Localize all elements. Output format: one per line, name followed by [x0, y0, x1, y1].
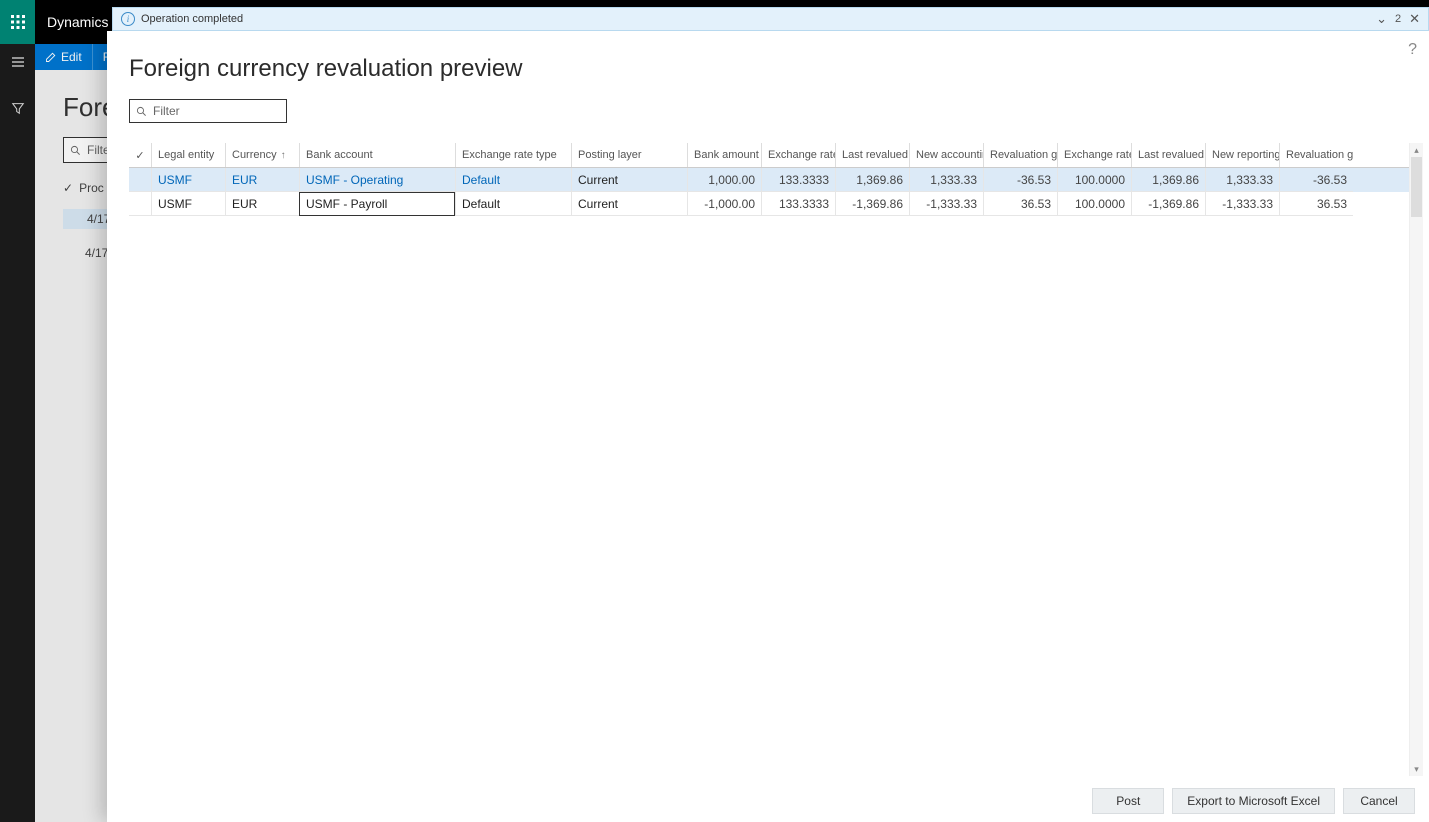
table-cell: -1,333.33: [909, 192, 983, 216]
table-cell: 36.53: [1279, 192, 1353, 216]
filter-placeholder: Filter: [153, 104, 180, 118]
column-header[interactable]: Revaluation gai...: [983, 143, 1057, 167]
table-cell: -1,000.00: [687, 192, 761, 216]
table-cell: [129, 192, 151, 216]
cancel-button[interactable]: Cancel: [1343, 788, 1415, 814]
filter-input[interactable]: Filter: [129, 99, 287, 123]
column-header[interactable]: Bank amount: [687, 143, 761, 167]
scroll-up-icon[interactable]: ▴: [1410, 143, 1423, 157]
table-row[interactable]: USMFEURUSMF - PayrollDefaultCurrent-1,00…: [129, 192, 1409, 216]
table-cell: 1,000.00: [687, 168, 761, 192]
scroll-thumb[interactable]: [1411, 157, 1422, 217]
column-header[interactable]: Bank account: [299, 143, 455, 167]
filter-icon[interactable]: [0, 90, 35, 126]
table-cell: 1,369.86: [1131, 168, 1205, 192]
help-icon[interactable]: ?: [1408, 41, 1417, 59]
table-cell: Default: [455, 192, 571, 216]
table-cell: -1,333.33: [1205, 192, 1279, 216]
column-header[interactable]: Last revalued ac...: [835, 143, 909, 167]
table-header: ✓Legal entityCurrency↑Bank accountExchan…: [129, 143, 1409, 168]
column-header[interactable]: Exchange rate type: [455, 143, 571, 167]
check-icon: ✓: [135, 149, 144, 162]
column-header[interactable]: Revaluation gai...: [1279, 143, 1353, 167]
column-header[interactable]: ✓: [129, 143, 151, 167]
table-cell[interactable]: Default: [455, 168, 571, 192]
table-cell: -1,369.86: [1131, 192, 1205, 216]
table-cell[interactable]: USMF: [151, 168, 225, 192]
column-header[interactable]: Exchange rate: [1057, 143, 1131, 167]
table-cell: 133.3333: [761, 192, 835, 216]
table-cell: USMF: [151, 192, 225, 216]
column-header[interactable]: New reporting a...: [1205, 143, 1279, 167]
table-cell: 100.0000: [1057, 168, 1131, 192]
column-header[interactable]: Legal entity: [151, 143, 225, 167]
column-header[interactable]: Exchange rate: [761, 143, 835, 167]
table-cell: -36.53: [983, 168, 1057, 192]
table-cell: -36.53: [1279, 168, 1353, 192]
table-cell[interactable]: USMF - Payroll: [299, 192, 455, 216]
dialog-footer: Post Export to Microsoft Excel Cancel: [107, 780, 1429, 822]
revaluation-table: ✓Legal entityCurrency↑Bank accountExchan…: [129, 143, 1409, 780]
notification-message: Operation completed: [141, 13, 243, 25]
notification-expand-icon[interactable]: ⌄: [1376, 11, 1387, 27]
table-cell: 1,333.33: [1205, 168, 1279, 192]
table-cell[interactable]: EUR: [225, 168, 299, 192]
column-header[interactable]: New accounting...: [909, 143, 983, 167]
table-body: USMFEURUSMF - OperatingDefaultCurrent1,0…: [129, 168, 1409, 216]
column-header[interactable]: Posting layer: [571, 143, 687, 167]
column-header[interactable]: Last revalued re...: [1131, 143, 1205, 167]
scroll-down-icon[interactable]: ▾: [1410, 762, 1423, 776]
table-cell: [129, 168, 151, 192]
table-cell: 100.0000: [1057, 192, 1131, 216]
notification-close-icon[interactable]: ✕: [1409, 11, 1420, 27]
table-cell: 1,333.33: [909, 168, 983, 192]
app-brand: Dynamics: [47, 14, 108, 30]
info-icon: i: [121, 12, 135, 26]
post-button[interactable]: Post: [1092, 788, 1164, 814]
notification-bar: i Operation completed ⌄ 2 ✕: [112, 7, 1429, 31]
table-row[interactable]: USMFEURUSMF - OperatingDefaultCurrent1,0…: [129, 168, 1409, 192]
table-cell: Current: [571, 168, 687, 192]
app-launcher-icon[interactable]: [0, 0, 35, 44]
vertical-scrollbar[interactable]: ▴ ▾: [1409, 143, 1423, 776]
nav-rail: [0, 0, 35, 822]
revaluation-preview-dialog: ? Foreign currency revaluation preview F…: [107, 31, 1429, 822]
table-cell: Current: [571, 192, 687, 216]
column-header[interactable]: Currency↑: [225, 143, 299, 167]
export-excel-button[interactable]: Export to Microsoft Excel: [1172, 788, 1335, 814]
hamburger-icon[interactable]: [0, 44, 35, 80]
notification-count: 2: [1395, 13, 1401, 25]
table-cell: 36.53: [983, 192, 1057, 216]
dialog-title: Foreign currency revaluation preview: [107, 31, 1429, 83]
table-cell: -1,369.86: [835, 192, 909, 216]
table-cell: EUR: [225, 192, 299, 216]
table-cell: 1,369.86: [835, 168, 909, 192]
sort-ascending-icon: ↑: [281, 150, 286, 161]
table-cell: 133.3333: [761, 168, 835, 192]
table-cell[interactable]: USMF - Operating: [299, 168, 455, 192]
